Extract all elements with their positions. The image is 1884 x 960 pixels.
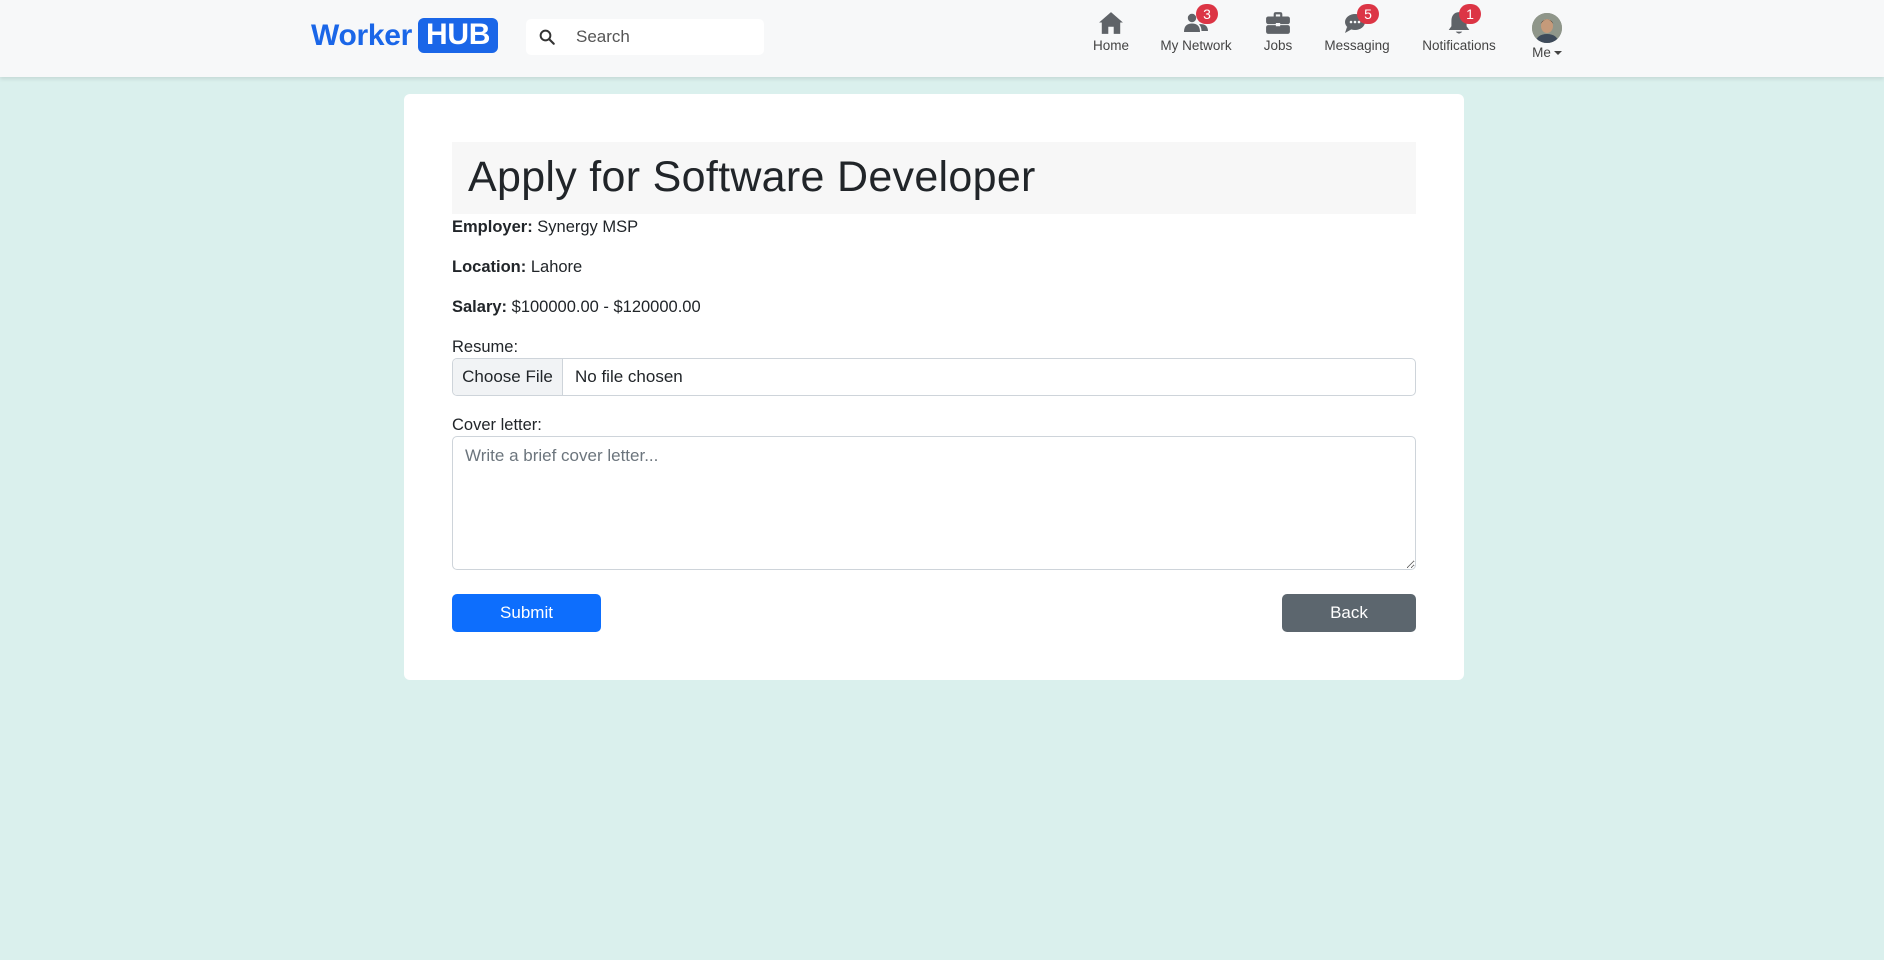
search-icon — [539, 29, 555, 45]
nav-jobs[interactable]: Jobs — [1262, 10, 1294, 60]
nav-home-label: Home — [1092, 38, 1129, 53]
nav-notifications-label: Notifications — [1422, 38, 1496, 53]
salary-label: Salary: — [452, 298, 508, 316]
search-input[interactable] — [576, 19, 762, 55]
brand-logo[interactable]: Worker HUB — [311, 18, 499, 53]
employer-label: Employer: — [452, 218, 533, 236]
location-value: Lahore — [530, 258, 583, 276]
notifications-badge: 1 — [1459, 4, 1481, 24]
file-status-text: No file chosen — [575, 367, 683, 386]
nav-notifications[interactable]: 1 Notifications — [1420, 4, 1498, 60]
back-button[interactable]: Back — [1282, 594, 1416, 632]
location-label: Location: — [452, 258, 527, 276]
cover-letter-label: Cover letter: — [452, 416, 542, 434]
resume-label: Resume: — [452, 338, 519, 356]
network-badge: 3 — [1196, 4, 1218, 24]
nav-messaging-label: Messaging — [1324, 38, 1390, 53]
home-icon — [1099, 12, 1123, 34]
salary-value: $100000.00 - $120000.00 — [511, 298, 701, 316]
resume-file-input[interactable]: Choose File No file chosen — [452, 358, 1416, 396]
nav-jobs-label: Jobs — [1263, 38, 1293, 53]
brand-word: Worker — [311, 18, 413, 52]
nav-home[interactable]: Home — [1092, 10, 1130, 60]
choose-file-button[interactable]: Choose File — [453, 359, 563, 395]
search-box — [526, 19, 764, 55]
avatar — [1532, 13, 1562, 43]
me-label: Me — [1532, 45, 1551, 60]
page-title: Apply for Software Developer — [468, 153, 1036, 201]
nav-my-network[interactable]: 3 My Network — [1160, 4, 1232, 60]
brand-badge: HUB — [418, 18, 499, 53]
employer-line: Employer: Synergy MSP — [452, 218, 638, 237]
location-line: Location: Lahore — [452, 258, 582, 277]
title-box: Apply for Software Developer — [452, 142, 1416, 214]
nav-messaging[interactable]: 5 Messaging — [1324, 4, 1390, 60]
submit-button[interactable]: Submit — [452, 594, 601, 632]
briefcase-icon — [1266, 12, 1290, 34]
employer-value: Synergy MSP — [537, 218, 639, 236]
nav-me[interactable]: Me — [1530, 13, 1564, 63]
salary-line: Salary: $100000.00 - $120000.00 — [452, 298, 701, 317]
nav-my-network-label: My Network — [1160, 38, 1232, 53]
me-menu-toggle[interactable]: Me — [1532, 45, 1562, 60]
application-card: Apply for Software Developer Employer: S… — [404, 94, 1464, 680]
messaging-badge: 5 — [1357, 4, 1379, 24]
top-navbar: Worker HUB Home 3 My Network — [0, 0, 1884, 77]
caret-down-icon — [1553, 50, 1562, 55]
cover-letter-textarea[interactable] — [452, 436, 1416, 570]
